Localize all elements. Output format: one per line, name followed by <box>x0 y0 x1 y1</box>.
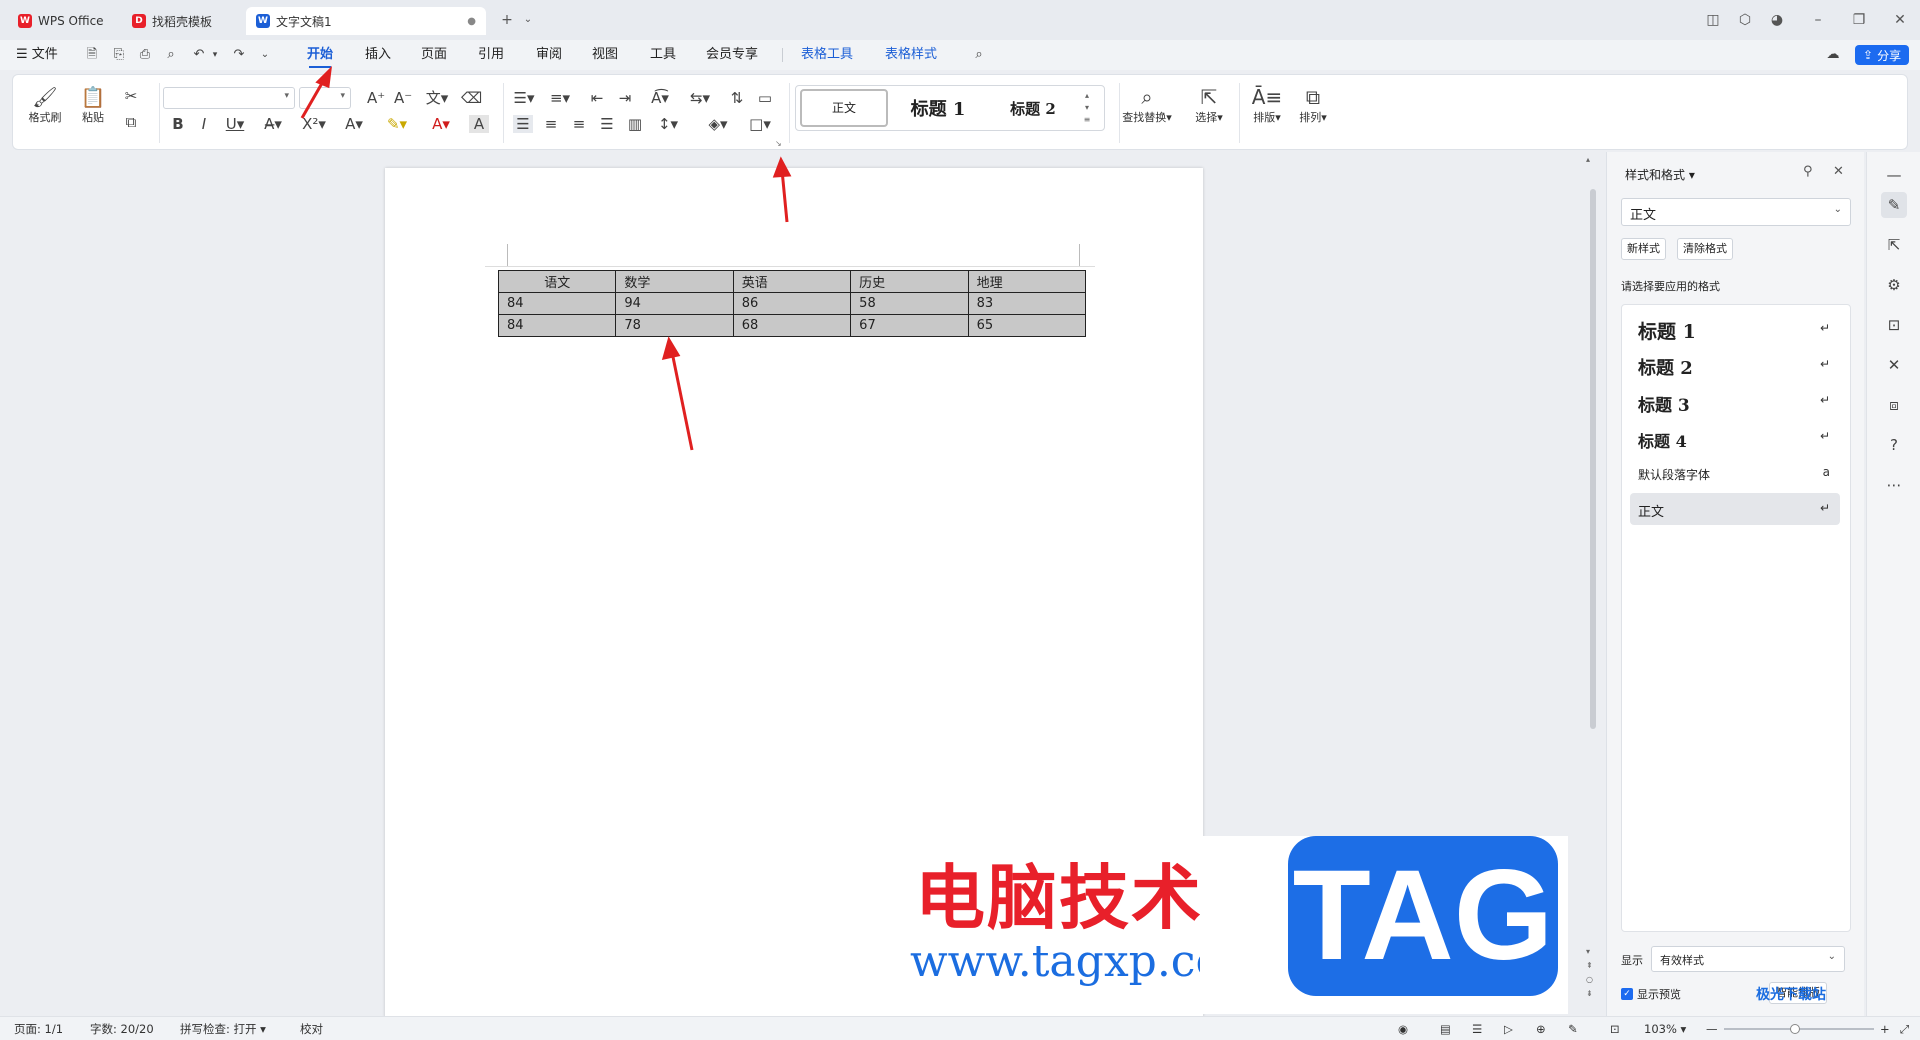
current-style-value: 正文 <box>1630 208 1657 223</box>
style-pen-icon[interactable]: ✎ <box>1881 192 1907 218</box>
paragraph-mark-icon: ↵ <box>1819 321 1830 335</box>
arrow-head <box>315 65 333 89</box>
spell-check-status[interactable]: 拼写检查: 打开 ▾ <box>180 1021 266 1037</box>
style-list: 标题 1 ↵ 标题 2 ↵ 标题 3 ↵ 标题 4 ↵ 默认段落字体 a 正文 … <box>1621 304 1851 932</box>
collapse-icon[interactable]: — <box>1881 162 1907 188</box>
edit-image-icon[interactable]: ⊡ <box>1881 312 1907 338</box>
scroll-up-icon[interactable]: ▴ <box>1586 155 1590 164</box>
proofread-button[interactable]: 校对 <box>300 1021 323 1037</box>
show-label: 显示 <box>1621 954 1643 967</box>
apply-format-prompt: 请选择要应用的格式 <box>1621 280 1720 293</box>
eye-protection-icon[interactable]: ◉ <box>1398 1021 1408 1037</box>
new-style-button[interactable]: 新样式 <box>1621 238 1666 260</box>
char-style-icon: a <box>1822 465 1830 479</box>
outline-view-icon[interactable]: ☰ <box>1472 1021 1482 1037</box>
style-item-heading-1[interactable]: 标题 1 ↵ <box>1630 313 1840 345</box>
style-item-label: 标题 3 <box>1638 396 1690 416</box>
arrow-to-table <box>670 351 694 451</box>
right-tool-rail: — ✎ ⇱ ⚙ ⊡ ✕ ⧈ ? ⋯ <box>1866 152 1920 1018</box>
play-icon[interactable]: ▷ <box>1504 1021 1513 1037</box>
tools-icon[interactable]: ✕ <box>1881 352 1907 378</box>
watermark-corner-logo: 极光下载站 <box>1756 987 1826 1003</box>
show-select-value: 有效样式 <box>1660 954 1704 967</box>
style-item-label: 默认段落字体 <box>1638 468 1711 482</box>
chevron-down-icon: ⌄ <box>1833 204 1842 215</box>
style-item-label: 正文 <box>1638 505 1665 520</box>
current-style-select[interactable]: 正文 ⌄ <box>1621 198 1851 226</box>
style-item-label: 标题 2 <box>1638 358 1693 379</box>
pen-icon[interactable]: ✎ <box>1568 1021 1578 1037</box>
web-view-icon[interactable]: ⊕ <box>1536 1021 1546 1037</box>
vertical-scrollbar[interactable]: ▴ ▾ ⇞ ○ ⇟ <box>1586 155 1600 1015</box>
style-item-default-font[interactable]: 默认段落字体 a <box>1630 457 1840 489</box>
status-bar: 页面: 1/1 字数: 20/20 拼写检查: 打开 ▾ 校对 ◉ ▤ ☰ ▷ … <box>0 1016 1920 1040</box>
help-icon[interactable]: ? <box>1881 432 1907 458</box>
pin-icon[interactable]: ⚲ <box>1803 164 1813 179</box>
show-preview-checkbox[interactable]: ✓ 显示预览 <box>1621 986 1681 1002</box>
zoom-out-icon[interactable]: — <box>1706 1021 1718 1037</box>
styles-panel: 样式和格式 ▾ ⚲ ✕ 正文 ⌄ 新样式 清除格式 请选择要应用的格式 标题 1… <box>1606 152 1864 1018</box>
paragraph-mark-icon: ↵ <box>1819 393 1830 407</box>
checkbox-checked-icon: ✓ <box>1621 988 1633 1000</box>
style-item-label: 标题 1 <box>1638 321 1696 343</box>
paragraph-mark-icon: ↵ <box>1819 501 1830 515</box>
zoom-slider[interactable] <box>1724 1024 1874 1034</box>
scroll-thumb[interactable] <box>1590 189 1596 729</box>
page-nav-icons[interactable]: ▾ ⇞ ○ ⇟ <box>1586 945 1593 1001</box>
select-cursor-icon[interactable]: ⇱ <box>1881 232 1907 258</box>
zoom-level[interactable]: 103% ▾ <box>1644 1021 1686 1037</box>
paragraph-mark-icon: ↵ <box>1819 429 1830 443</box>
style-item-normal[interactable]: 正文 ↵ <box>1630 493 1840 525</box>
more-icon[interactable]: ⋯ <box>1881 472 1907 498</box>
chevron-down-icon: ⌄ <box>1827 951 1836 962</box>
page-count[interactable]: 页面: 1/1 <box>14 1021 63 1037</box>
panel-close-icon[interactable]: ✕ <box>1833 164 1844 179</box>
panel-title[interactable]: 样式和格式 ▾ <box>1625 166 1695 183</box>
fullscreen-icon[interactable]: ⤢ <box>1900 1021 1909 1037</box>
page-view-icon[interactable]: ▤ <box>1440 1021 1451 1037</box>
style-item-heading-2[interactable]: 标题 2 ↵ <box>1630 349 1840 381</box>
show-preview-label: 显示预览 <box>1637 988 1681 1001</box>
clear-format-button[interactable]: 清除格式 <box>1677 238 1733 260</box>
show-select[interactable]: 有效样式 ⌄ <box>1651 946 1845 972</box>
zoom-slider-handle[interactable] <box>1790 1024 1800 1034</box>
paragraph-mark-icon: ↵ <box>1819 357 1830 371</box>
fit-page-icon[interactable]: ⊡ <box>1610 1021 1620 1037</box>
style-item-label: 标题 4 <box>1638 432 1687 451</box>
style-item-heading-4[interactable]: 标题 4 ↵ <box>1630 421 1840 453</box>
arrow-head <box>661 336 681 360</box>
book-icon[interactable]: ⧈ <box>1881 392 1907 418</box>
arrow-head <box>772 156 792 178</box>
properties-icon[interactable]: ⚙ <box>1881 272 1907 298</box>
word-count[interactable]: 字数: 20/20 <box>90 1021 154 1037</box>
style-item-heading-3[interactable]: 标题 3 ↵ <box>1630 385 1840 417</box>
arrow-to-dialog-launcher <box>780 169 789 223</box>
zoom-in-icon[interactable]: + <box>1880 1021 1890 1037</box>
watermark-tag-logo: TAG <box>1288 836 1558 996</box>
